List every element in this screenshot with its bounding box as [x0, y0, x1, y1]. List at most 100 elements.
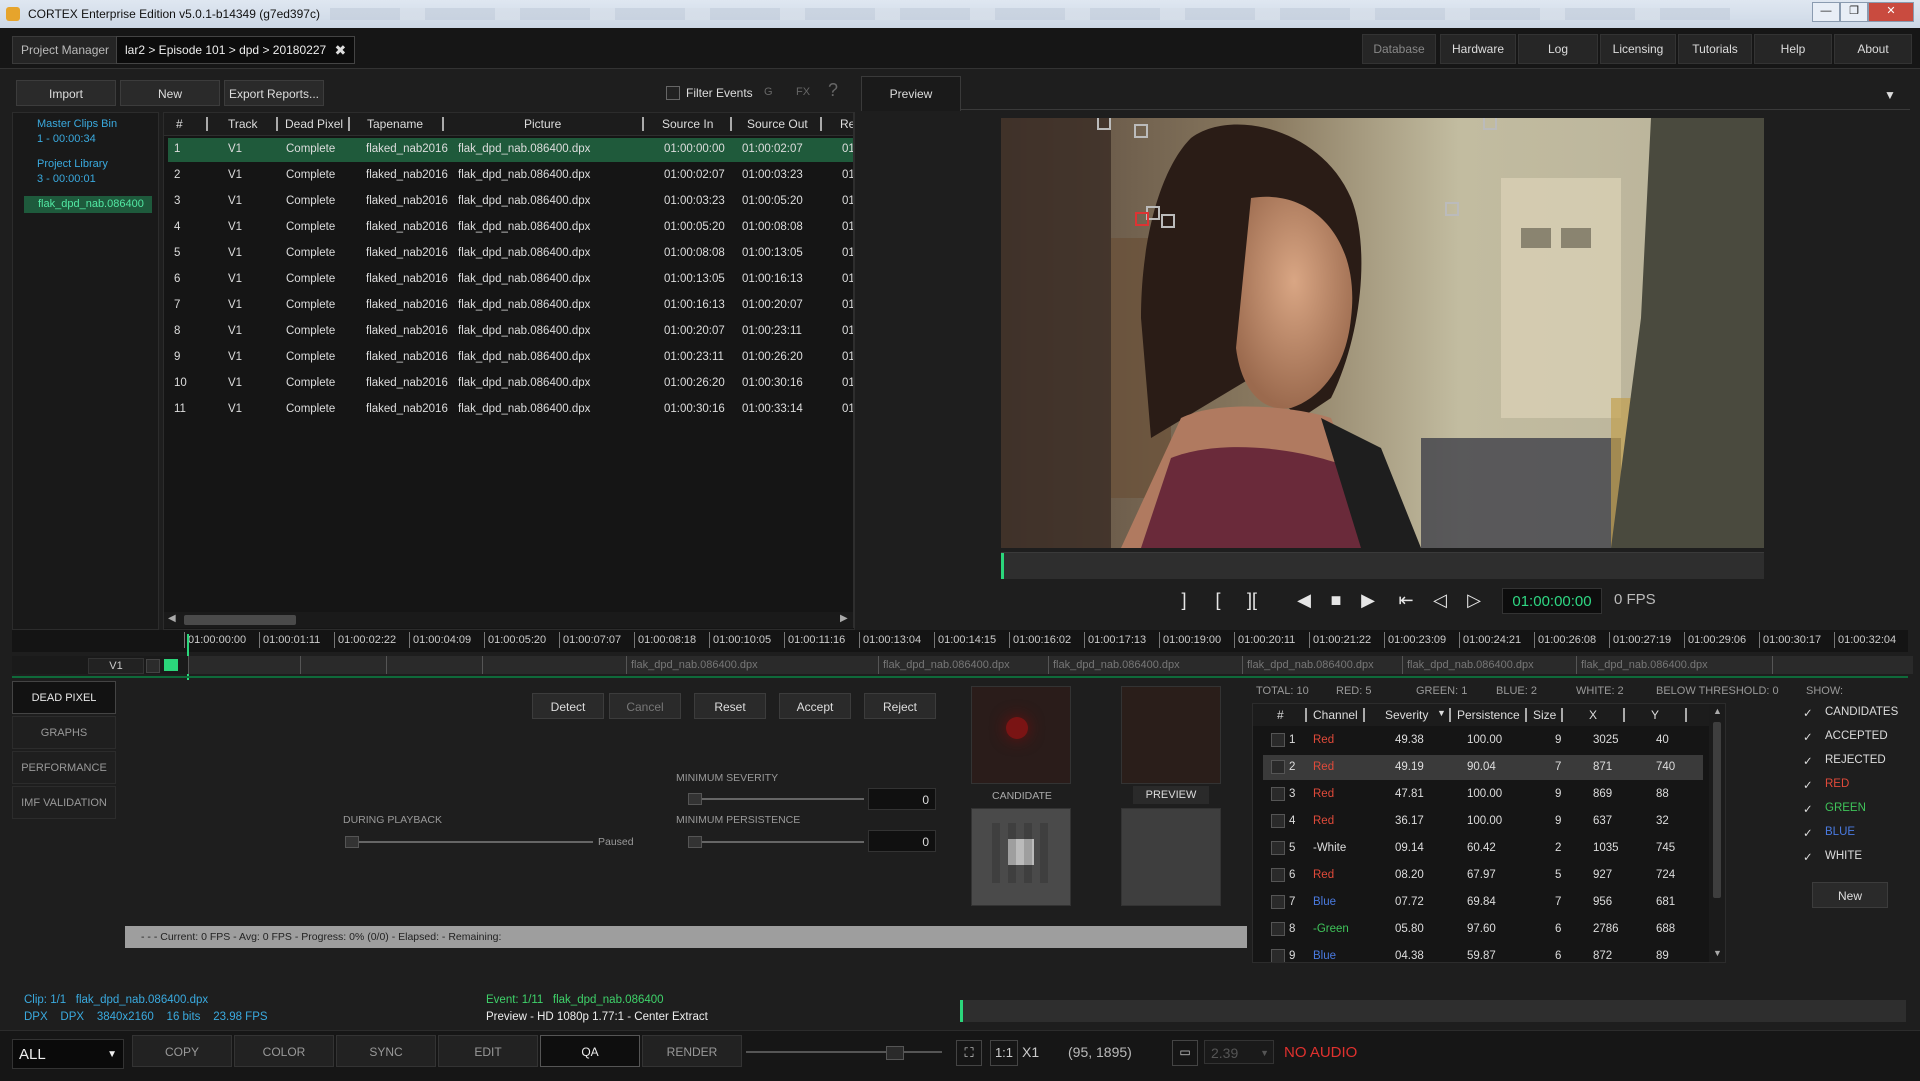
- step-forward-icon[interactable]: ▷: [1462, 588, 1486, 612]
- candidate-marker[interactable]: [1483, 118, 1497, 130]
- col-number[interactable]: #: [176, 117, 183, 131]
- col-separator[interactable]: [730, 117, 732, 131]
- table-row[interactable]: 7 V1 Complete flaked_nab2016 flak_dpd_nab.08…: [168, 294, 854, 318]
- tab-preview[interactable]: Preview: [861, 76, 961, 111]
- event-checkbox[interactable]: [1271, 895, 1285, 909]
- timeline-clip[interactable]: flak_dpd_nab.086400.dpx: [1576, 656, 1777, 674]
- secondary-scrubber[interactable]: [960, 1000, 1906, 1022]
- table-row[interactable]: 10 V1 Complete flaked_nab2016 flak_dpd_nab.0…: [168, 372, 854, 396]
- play-icon[interactable]: ▶: [1356, 588, 1380, 612]
- event-row[interactable]: 2 Red 49.19 90.04 7 871 740: [1263, 755, 1703, 780]
- timeline-clip[interactable]: flak_dpd_nab.086400.dpx: [1402, 656, 1581, 674]
- filter-events-checkbox[interactable]: [666, 86, 680, 100]
- col-separator[interactable]: [820, 117, 822, 131]
- tab-project-manager[interactable]: Project Manager: [12, 36, 119, 64]
- module-tab-sync[interactable]: SYNC: [336, 1035, 436, 1067]
- zoom-slider-knob[interactable]: [886, 1046, 904, 1060]
- table-row[interactable]: 11 V1 Complete flaked_nab2016 flak_dpd_nab.0…: [168, 398, 854, 422]
- accept-button[interactable]: Accept: [779, 693, 851, 719]
- aspect-mask-icon[interactable]: ▭: [1172, 1040, 1198, 1066]
- col-separator[interactable]: [1525, 708, 1527, 722]
- table-row[interactable]: 1 V1 Complete flaked_nab2016 flak_dpd_nab.08…: [168, 138, 854, 162]
- timeline-clip[interactable]: flak_dpd_nab.086400.dpx: [878, 656, 1053, 674]
- maximize-button[interactable]: ❐: [1840, 2, 1868, 22]
- event-row[interactable]: 8 -Green 05.80 97.60 6 2786 688: [1263, 917, 1703, 942]
- col-separator[interactable]: [1561, 708, 1563, 722]
- tab-imf-validation[interactable]: IMF VALIDATION: [12, 786, 116, 819]
- timeline-clip[interactable]: [300, 656, 391, 674]
- nav-hardware[interactable]: Hardware: [1440, 34, 1516, 64]
- minimize-button[interactable]: —: [1812, 2, 1840, 22]
- scroll-left-icon[interactable]: ◀: [168, 613, 176, 624]
- slider-knob[interactable]: [345, 836, 359, 848]
- event-checkbox[interactable]: [1271, 760, 1285, 774]
- event-checkbox[interactable]: [1271, 787, 1285, 801]
- ev-col-number[interactable]: #: [1277, 708, 1284, 722]
- min-severity-slider[interactable]: [688, 793, 864, 805]
- step-back-icon[interactable]: ◁: [1428, 588, 1452, 612]
- zoom-one-to-one[interactable]: 1:1: [990, 1040, 1018, 1066]
- module-tab-color[interactable]: COLOR: [234, 1035, 334, 1067]
- bin-master-clips[interactable]: Master Clips Bin 1 - 00:00:34: [37, 117, 117, 147]
- module-tab-render[interactable]: RENDER: [642, 1035, 742, 1067]
- track-toggle[interactable]: [146, 659, 160, 673]
- checkmark-icon[interactable]: ✓: [1803, 826, 1813, 840]
- ev-col-channel[interactable]: Channel: [1313, 708, 1358, 722]
- col-separator[interactable]: [642, 117, 644, 131]
- close-tab-icon[interactable]: ✖: [334, 37, 346, 63]
- filter-select[interactable]: ALL ▼: [12, 1039, 124, 1069]
- new-event-button[interactable]: New: [1812, 882, 1888, 908]
- timeline-clip[interactable]: [482, 656, 631, 674]
- event-row[interactable]: 3 Red 47.81 100.00 9 869 88: [1263, 782, 1703, 807]
- ev-col-x[interactable]: X: [1589, 708, 1597, 722]
- mark-in-icon[interactable]: [: [1206, 588, 1230, 612]
- col-track[interactable]: Track: [228, 117, 258, 131]
- checkmark-icon[interactable]: ✓: [1803, 730, 1813, 744]
- ev-col-y[interactable]: Y: [1651, 708, 1659, 722]
- pane-divider[interactable]: [853, 112, 855, 628]
- col-tapename[interactable]: Tapename: [367, 117, 423, 131]
- event-checkbox[interactable]: [1271, 868, 1285, 882]
- module-tab-edit[interactable]: EDIT: [438, 1035, 538, 1067]
- close-window-button[interactable]: ✕: [1868, 2, 1914, 22]
- export-reports-button[interactable]: Export Reports...: [224, 80, 324, 106]
- nav-about[interactable]: About: [1834, 34, 1912, 64]
- col-separator[interactable]: [1623, 708, 1625, 722]
- nav-licensing[interactable]: Licensing: [1600, 34, 1676, 64]
- sort-desc-icon[interactable]: ▼: [1437, 708, 1446, 718]
- col-source-in[interactable]: Source In: [662, 117, 713, 131]
- preview-image[interactable]: [1001, 118, 1764, 548]
- checkmark-icon[interactable]: ✓: [1803, 802, 1813, 816]
- col-separator[interactable]: [1449, 708, 1451, 722]
- secondary-playhead[interactable]: [960, 1000, 963, 1022]
- mark-out-icon[interactable]: ]: [1172, 588, 1196, 612]
- ev-col-severity[interactable]: Severity: [1385, 708, 1428, 722]
- tab-dead-pixel[interactable]: DEAD PIXEL: [12, 681, 116, 714]
- event-checkbox[interactable]: [1271, 814, 1285, 828]
- event-row[interactable]: 5 -White 09.14 60.42 2 1035 745: [1263, 836, 1703, 861]
- play-reverse-icon[interactable]: ◀: [1292, 588, 1316, 612]
- table-row[interactable]: 5 V1 Complete flaked_nab2016 flak_dpd_nab.08…: [168, 242, 854, 266]
- table-row[interactable]: 2 V1 Complete flaked_nab2016 flak_dpd_nab.08…: [168, 164, 854, 188]
- checkmark-icon[interactable]: ✓: [1803, 850, 1813, 864]
- ev-col-persistence[interactable]: Persistence: [1457, 708, 1520, 722]
- clear-marks-icon[interactable]: ][: [1240, 588, 1264, 612]
- g-toggle[interactable]: G: [764, 86, 773, 98]
- col-separator[interactable]: [442, 117, 444, 131]
- timeline-clip[interactable]: flak_dpd_nab.086400.dpx: [1242, 656, 1407, 674]
- col-separator[interactable]: [1685, 708, 1687, 722]
- min-severity-input[interactable]: 0: [868, 788, 936, 810]
- selected-candidate-marker[interactable]: [1135, 212, 1149, 226]
- reset-button[interactable]: Reset: [694, 693, 766, 719]
- horizontal-scrollbar[interactable]: ◀ ▶: [164, 612, 854, 628]
- scrubber-playhead[interactable]: [1001, 553, 1004, 579]
- event-row[interactable]: 1 Red 49.38 100.00 9 3025 40: [1263, 728, 1703, 753]
- col-dead-pixel[interactable]: Dead Pixel: [285, 117, 343, 131]
- slider-knob[interactable]: [688, 793, 702, 805]
- fit-screen-icon[interactable]: ⛶: [956, 1040, 982, 1066]
- event-scrollbar[interactable]: ▲ ▼: [1709, 704, 1725, 962]
- slider-knob[interactable]: [688, 836, 702, 848]
- min-persistence-input[interactable]: 0: [868, 830, 936, 852]
- detect-button[interactable]: Detect: [532, 693, 604, 719]
- event-scrollbar-thumb[interactable]: [1713, 722, 1721, 898]
